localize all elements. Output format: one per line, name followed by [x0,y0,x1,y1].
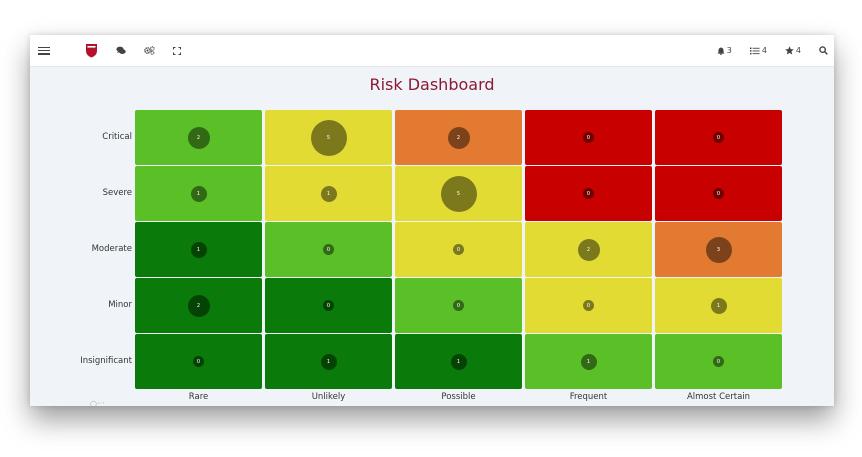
risk-count-bubble[interactable]: 5 [310,119,347,156]
tasks-count: 4 [761,46,767,55]
heatmap-cell[interactable]: 0 [265,222,392,277]
heatmap-cell[interactable]: 1 [265,166,392,221]
search-icon [819,46,828,55]
heatmap-cell[interactable]: 0 [525,278,652,333]
heatmap-cell[interactable]: 2 [135,110,262,165]
heatmap-cell[interactable]: 1 [655,278,782,333]
heatmap-cell[interactable]: 0 [525,166,652,221]
risk-count-bubble[interactable]: 3 [705,236,732,263]
heatmap-cell[interactable]: 1 [525,334,652,389]
risk-count-bubble[interactable]: 0 [453,300,464,311]
heatmap-cell[interactable]: 2 [135,278,262,333]
risk-count-bubble[interactable]: 0 [583,132,594,143]
risk-count-bubble[interactable]: 1 [190,185,207,202]
search-button[interactable] [819,46,828,55]
tasks-button[interactable]: 4 [749,46,767,55]
heatmap-cell[interactable]: 0 [655,334,782,389]
alerts-count: 3 [726,46,732,55]
risk-count-bubble[interactable]: 2 [187,294,210,317]
heatmap-cell[interactable]: 1 [135,222,262,277]
fullscreen-icon[interactable] [173,46,181,55]
app-logo[interactable] [85,43,98,58]
row-label-moderate: Moderate [91,243,132,254]
row-label-severe: Severe [102,187,132,198]
risk-count-bubble[interactable]: 0 [713,356,724,367]
heatmap-cell[interactable]: 0 [525,110,652,165]
heatmap-cell[interactable]: 2 [525,222,652,277]
heatmap-cell[interactable]: 5 [395,166,522,221]
heatmap-cell[interactable]: 0 [655,166,782,221]
risk-count-bubble[interactable]: 1 [450,353,467,370]
risk-count-bubble[interactable]: 2 [187,126,210,149]
task-list-icon [749,47,760,54]
heatmap-cell[interactable]: 1 [135,166,262,221]
page-title: Risk Dashboard [369,75,495,94]
risk-count-bubble[interactable]: 0 [193,356,204,367]
heatmap-cell[interactable]: 3 [655,222,782,277]
row-label-insignificant: Insignificant [80,355,132,366]
row-label-minor: Minor [108,299,132,310]
risk-count-bubble[interactable]: 0 [323,244,334,255]
app-window: 3 4 4 Risk Dashboard Critical 2 5 2 0 0 … [30,35,834,406]
top-navbar: 3 4 4 [30,35,834,67]
column-label-frequent: Frequent [569,392,608,402]
row-label-critical: Critical [102,131,132,142]
risk-count-bubble[interactable]: 1 [320,185,337,202]
partial-label: ○··· [90,399,105,406]
column-label-almost-certain: Almost Certain [686,392,751,402]
heatmap-cell[interactable]: 5 [265,110,392,165]
heatmap-cell[interactable]: 0 [135,334,262,389]
column-label-possible: Possible [441,392,476,402]
chat-icon[interactable] [116,46,126,55]
heatmap-cell[interactable]: 0 [265,278,392,333]
risk-count-bubble[interactable]: 2 [447,126,470,149]
heatmap-cell[interactable]: 1 [265,334,392,389]
risk-count-bubble[interactable]: 1 [710,297,727,314]
bell-icon [717,47,725,55]
heatmap-cell[interactable]: 0 [655,110,782,165]
cogs-icon[interactable] [144,46,155,55]
favorites-count: 4 [795,46,801,55]
heatmap-cell[interactable]: 1 [395,334,522,389]
risk-count-bubble[interactable]: 0 [583,188,594,199]
heatmap-cell[interactable]: 0 [395,278,522,333]
risk-count-bubble[interactable]: 0 [453,244,464,255]
risk-count-bubble[interactable]: 1 [320,353,337,370]
star-icon [785,46,794,55]
heatmap-cell[interactable]: 0 [395,222,522,277]
heatmap-cell[interactable]: 2 [395,110,522,165]
column-label-unlikely: Unlikely [311,392,346,402]
favorites-button[interactable]: 4 [785,46,801,55]
risk-count-bubble[interactable]: 5 [440,175,477,212]
risk-count-bubble[interactable]: 2 [577,238,600,261]
risk-count-bubble[interactable]: 1 [580,353,597,370]
alerts-button[interactable]: 3 [717,46,732,55]
column-label-rare: Rare [188,392,209,402]
risk-count-bubble[interactable]: 1 [190,241,207,258]
menu-icon[interactable] [38,46,50,55]
risk-count-bubble[interactable]: 0 [713,132,724,143]
risk-count-bubble[interactable]: 0 [323,300,334,311]
risk-count-bubble[interactable]: 0 [583,300,594,311]
risk-count-bubble[interactable]: 0 [713,188,724,199]
